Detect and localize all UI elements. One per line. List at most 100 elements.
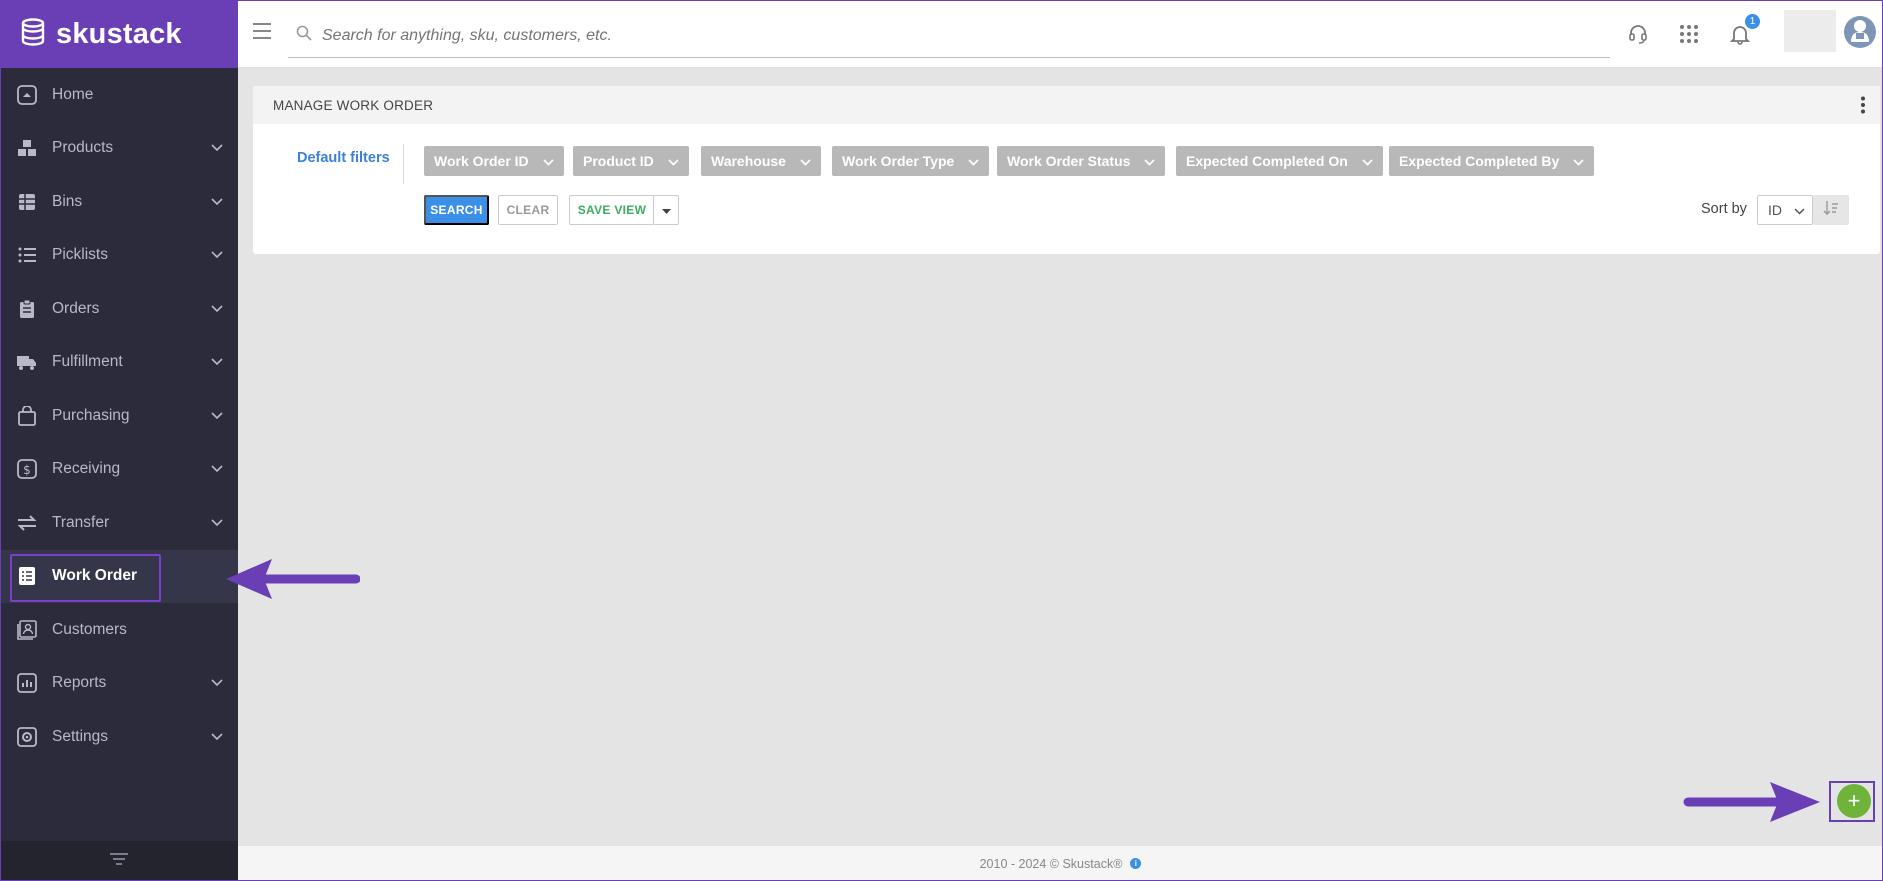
filter-label: Work Order Type	[842, 153, 955, 169]
sidebar-item-bins[interactable]: Bins	[0, 175, 238, 229]
sort-direction-button[interactable]	[1813, 195, 1849, 225]
sidebar-item-label: Settings	[52, 727, 109, 745]
default-filters-link[interactable]: Default filters	[297, 150, 390, 166]
settings-icon	[16, 726, 38, 748]
filter-expected-completed-on[interactable]: Expected Completed On	[1176, 146, 1383, 176]
filter-label: Work Order Status	[1007, 153, 1131, 169]
collapse-menu-icon	[109, 852, 129, 871]
sidebar-item-reports[interactable]: Reports	[0, 657, 238, 711]
sidebar-item-label: Customers	[52, 620, 127, 638]
sidebar-item-picklists[interactable]: Picklists	[0, 229, 238, 283]
search-input[interactable]	[322, 26, 1522, 45]
sidebar-item-home[interactable]: Home	[0, 68, 238, 122]
user-avatar-icon	[1849, 18, 1871, 47]
avatar[interactable]	[1844, 16, 1876, 48]
customers-icon	[16, 619, 38, 641]
search-icon	[296, 25, 312, 46]
svg-text:$: $	[23, 463, 31, 477]
manage-work-order-card: MANAGE WORK ORDER Default filters Work O…	[253, 86, 1880, 254]
notification-count-badge: 1	[1745, 14, 1760, 29]
card-header: MANAGE WORK ORDER	[253, 86, 1880, 124]
transfer-icon	[16, 512, 38, 534]
sidebar-item-customers[interactable]: Customers	[0, 603, 238, 657]
sort-by-value: ID	[1768, 202, 1782, 218]
chevron-down-icon	[210, 409, 224, 423]
sort-by-select[interactable]: ID	[1757, 195, 1813, 225]
truck-icon	[16, 351, 38, 373]
save-view-button[interactable]: SAVE VIEW	[569, 195, 654, 225]
sort-ascending-icon	[1823, 200, 1839, 221]
annotation-arrow-right	[1683, 782, 1820, 822]
chevron-down-icon	[1573, 153, 1584, 169]
chevron-down-icon	[210, 141, 224, 155]
chevron-down-icon	[210, 302, 224, 316]
sidebar-item-orders[interactable]: Orders	[0, 282, 238, 336]
sidebar-item-work-order[interactable]: Work Order	[0, 549, 238, 603]
chevron-down-icon	[800, 153, 811, 169]
sidebar-item-receiving[interactable]: $ Receiving	[0, 443, 238, 497]
sidebar-item-purchasing[interactable]: Purchasing	[0, 389, 238, 443]
list-icon	[16, 244, 38, 266]
highlight-box	[10, 553, 161, 602]
page-footer: 2010 - 2024 © Skustack® i	[238, 846, 1883, 881]
caret-down-icon	[661, 203, 671, 217]
topbar: 1	[238, 0, 1883, 68]
filter-label: Expected Completed On	[1186, 153, 1348, 169]
headset-support-icon[interactable]	[1624, 20, 1652, 48]
divider	[403, 144, 404, 184]
chevron-down-icon	[543, 153, 554, 169]
chevron-down-icon	[210, 730, 224, 744]
global-search	[288, 14, 1610, 58]
apps-grid-icon[interactable]	[1675, 20, 1703, 48]
chevron-down-icon	[210, 355, 224, 369]
filter-label: Product ID	[583, 153, 654, 169]
sort-by-label: Sort by	[1701, 201, 1747, 217]
filter-expected-completed-by[interactable]: Expected Completed By	[1389, 146, 1595, 176]
sidebar: skustack Home Products Bins Picklists Or…	[0, 0, 238, 881]
sidebar-item-transfer[interactable]: Transfer	[0, 496, 238, 550]
chevron-down-icon	[210, 676, 224, 690]
clear-button[interactable]: CLEAR	[498, 195, 558, 225]
sidebar-collapse-button[interactable]	[0, 841, 238, 881]
home-icon	[16, 84, 38, 106]
filter-work-order-type[interactable]: Work Order Type	[832, 146, 990, 176]
hamburger-menu-icon[interactable]	[252, 22, 272, 45]
sidebar-item-label: Receiving	[52, 460, 121, 478]
save-view-dropdown-button[interactable]	[653, 195, 679, 225]
chevron-down-icon	[210, 516, 224, 530]
notification-bell-icon[interactable]: 1	[1726, 14, 1760, 48]
sidebar-item-label: Orders	[52, 299, 100, 317]
filter-label: Work Order ID	[434, 153, 529, 169]
copyright-text: 2010 - 2024 © Skustack®	[979, 856, 1123, 871]
more-options-icon[interactable]	[1860, 96, 1866, 117]
filter-warehouse[interactable]: Warehouse	[701, 146, 821, 176]
filter-product-id[interactable]: Product ID	[573, 146, 689, 176]
add-work-order-button[interactable]: +	[1837, 784, 1871, 818]
sidebar-nav: Home Products Bins Picklists Orders Fulf…	[0, 68, 238, 764]
chevron-down-icon	[210, 462, 224, 476]
brand-header[interactable]: skustack	[0, 0, 238, 68]
reports-icon	[16, 672, 38, 694]
brand-name: skustack	[56, 17, 182, 50]
filter-label: Warehouse	[711, 153, 786, 169]
user-info-block[interactable]	[1784, 10, 1836, 52]
sidebar-item-label: Products	[52, 139, 114, 157]
chevron-down-icon	[668, 153, 679, 169]
chevron-down-icon	[210, 248, 224, 262]
sidebar-item-settings[interactable]: Settings	[0, 710, 238, 764]
sidebar-item-fulfillment[interactable]: Fulfillment	[0, 336, 238, 390]
products-icon	[16, 137, 38, 159]
chevron-down-icon	[210, 195, 224, 209]
filter-work-order-status[interactable]: Work Order Status	[997, 146, 1166, 176]
filter-work-order-id[interactable]: Work Order ID	[424, 146, 564, 176]
sidebar-item-label: Reports	[52, 674, 107, 692]
chevron-down-icon	[1362, 153, 1373, 169]
info-icon[interactable]: i	[1130, 858, 1142, 869]
page-title: MANAGE WORK ORDER	[273, 97, 434, 113]
dollar-icon: $	[16, 458, 38, 480]
sidebar-item-label: Fulfillment	[52, 353, 123, 371]
sidebar-item-products[interactable]: Products	[0, 122, 238, 176]
annotation-arrow-left	[226, 559, 360, 599]
sidebar-item-label: Bins	[52, 192, 83, 210]
search-button[interactable]: SEARCH	[424, 195, 489, 225]
